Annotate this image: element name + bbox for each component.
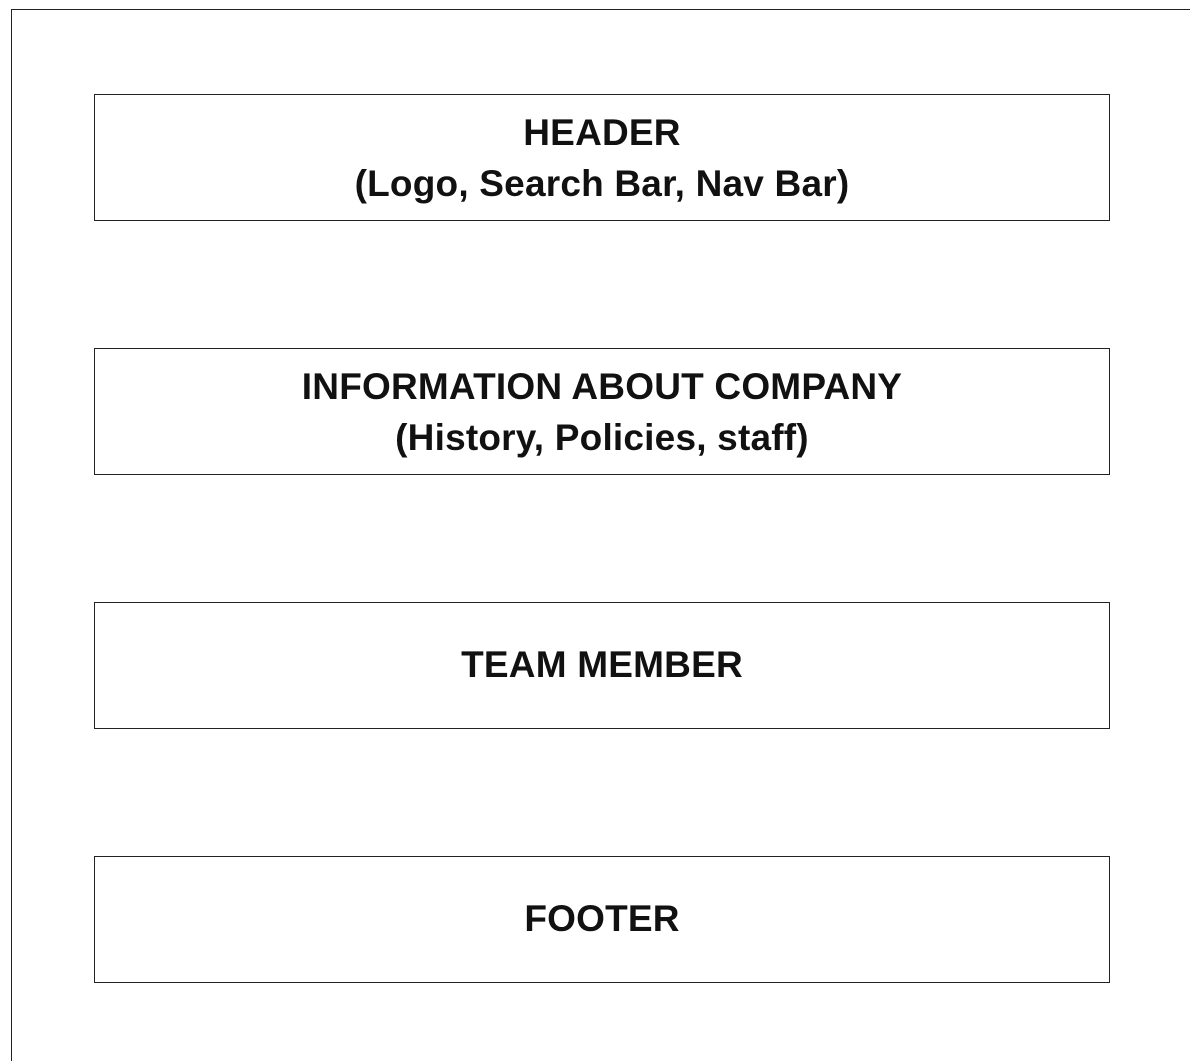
header-section-title: HEADER <box>523 111 681 153</box>
team-member-section-box: TEAM MEMBER <box>94 602 1110 729</box>
team-member-section-title: TEAM MEMBER <box>461 644 743 685</box>
company-info-section-box: INFORMATION ABOUT COMPANY (History, Poli… <box>94 348 1110 475</box>
footer-section-title: FOOTER <box>524 898 680 939</box>
footer-section-box: FOOTER <box>94 856 1110 983</box>
header-section-subtitle: (Logo, Search Bar, Nav Bar) <box>354 162 850 204</box>
header-section-box: HEADER (Logo, Search Bar, Nav Bar) <box>94 94 1110 221</box>
company-info-section-title: INFORMATION ABOUT COMPANY <box>301 365 903 407</box>
company-info-section-subtitle: (History, Policies, staff) <box>395 416 809 458</box>
